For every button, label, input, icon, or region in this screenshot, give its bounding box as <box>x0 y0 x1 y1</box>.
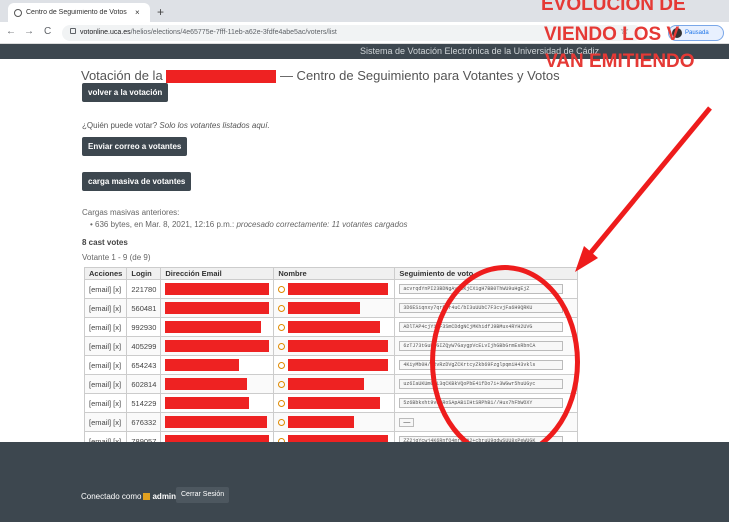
connected-as-label: Conectado como <box>81 492 142 501</box>
username: admin <box>152 492 177 501</box>
annotation-circle <box>430 265 580 459</box>
connected-as: Conectado como admin <box>81 492 176 501</box>
footer: Conectado como admin Cerrar Sesión <box>0 442 729 522</box>
logout-button[interactable]: Cerrar Sesión <box>176 487 230 503</box>
user-icon <box>143 493 151 501</box>
browser-window: { "browser":{ "tab_title":"Centro de Seg… <box>0 0 729 522</box>
